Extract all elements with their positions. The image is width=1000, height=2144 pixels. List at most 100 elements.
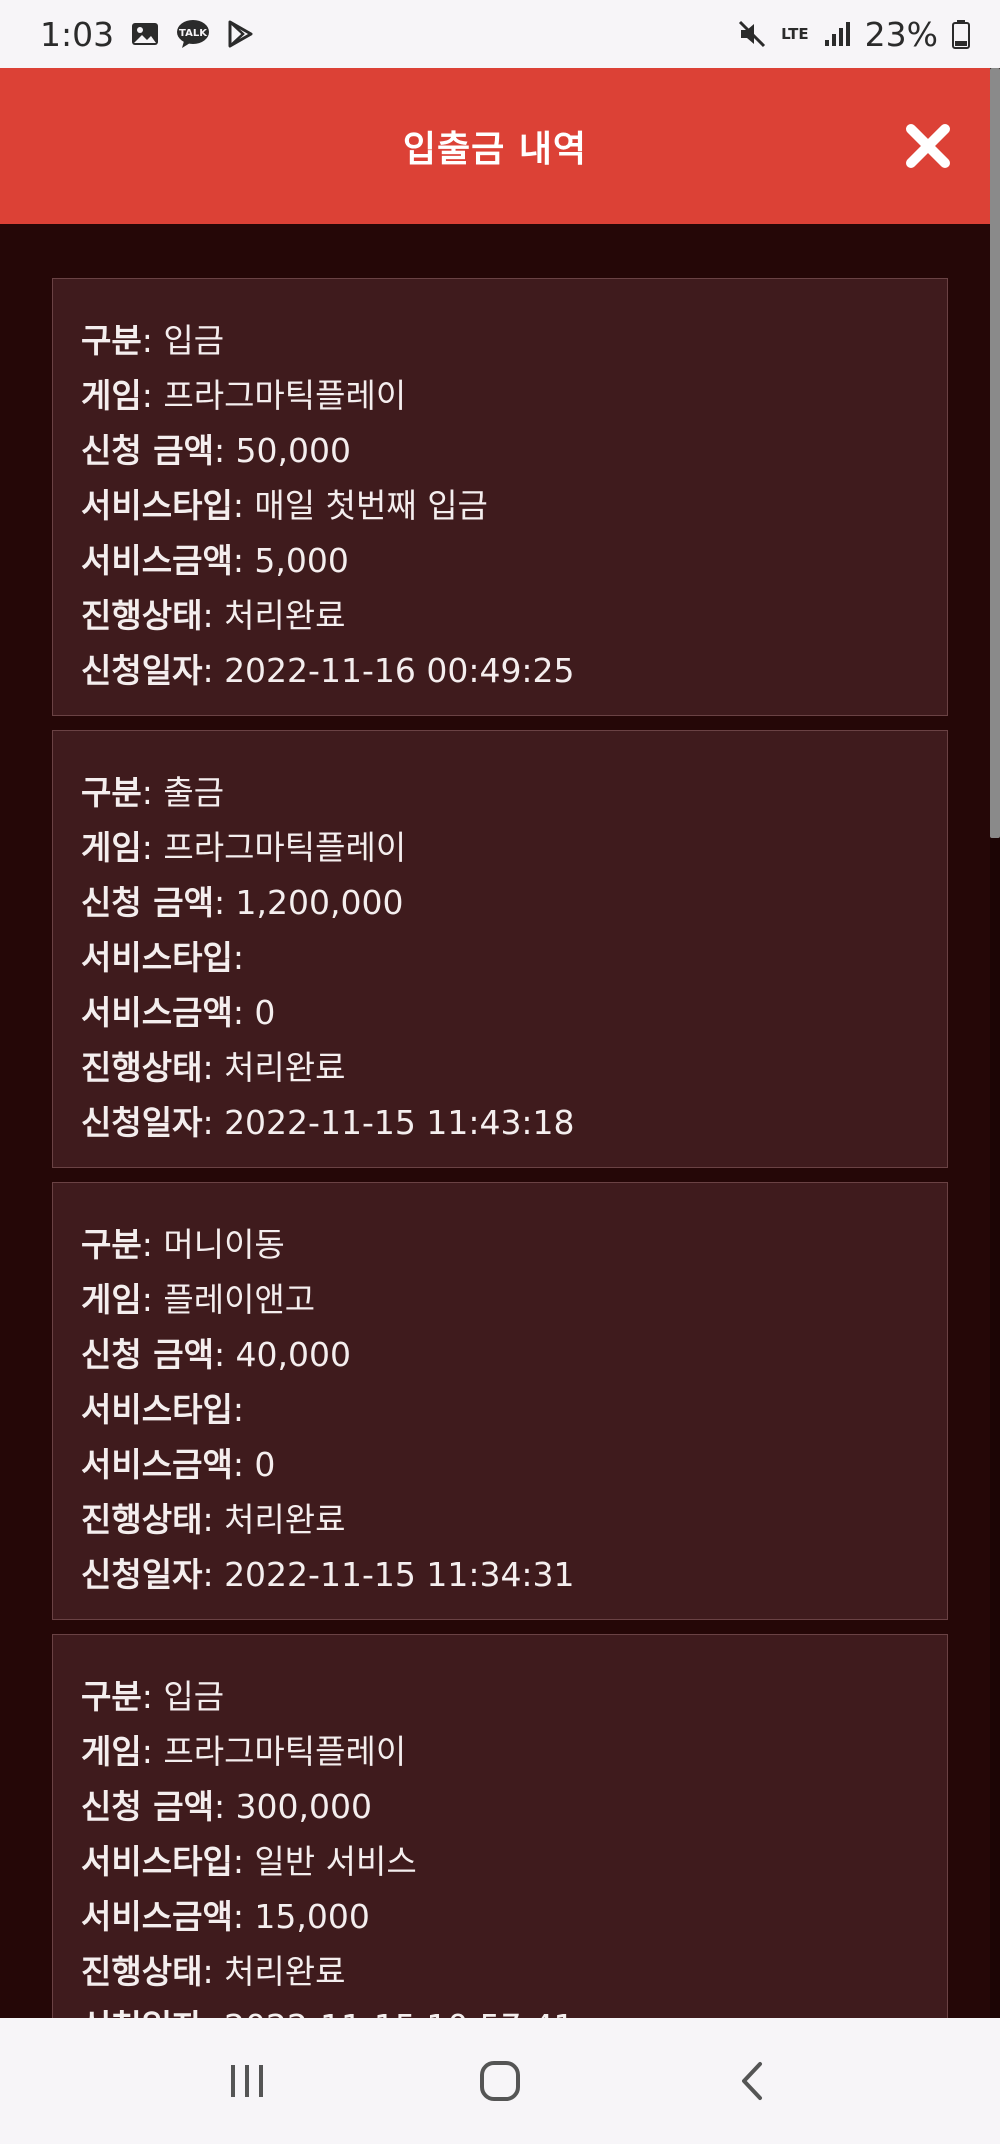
value-type: 머니이동 [163,1225,285,1264]
value-service-type: 매일 첫번째 입금 [254,486,488,525]
value-date: 2022-11-15 11:43:18 [224,1103,575,1142]
value-type: 입금 [163,1677,225,1716]
label-status: 진행상태 [81,1500,203,1539]
row-type: 구분: 입금 [81,1677,225,1716]
value-amount: 40,000 [235,1335,352,1374]
row-amount: 신청 금액: 40,000 [81,1335,352,1374]
row-service-amount: 서비스금액: 5,000 [81,541,349,580]
value-type: 입금 [163,321,225,360]
row-service-type: 서비스타입: [81,1390,244,1429]
transaction-card: 구분: 출금 게임: 프라그마틱플레이 신청 금액: 1,200,000 서비스… [52,730,948,1168]
value-type: 출금 [163,773,225,812]
transaction-card: 구분: 입금 게임: 프라그마틱플레이 신청 금액: 300,000 서비스타입… [52,1634,948,2018]
row-service-type: 서비스타입: [81,938,244,977]
transaction-card: 구분: 입금 게임: 프라그마틱플레이 신청 금액: 50,000 서비스타입:… [52,278,948,716]
value-amount: 1,200,000 [235,883,404,922]
kakaotalk-icon-text: TALK [179,28,208,39]
row-amount: 신청 금액: 1,200,000 [81,883,404,922]
row-game: 게임: 프라그마틱플레이 [81,828,407,867]
label-amount: 신청 금액 [81,431,214,470]
label-service-type: 서비스타입 [81,1842,233,1881]
close-icon [906,124,950,168]
row-type: 구분: 머니이동 [81,1225,285,1264]
row-service-amount: 서비스금액: 15,000 [81,1897,370,1936]
status-time: 1:03 [40,14,115,54]
row-type: 구분: 출금 [81,773,225,812]
label-type: 구분 [81,1677,142,1716]
label-amount: 신청 금액 [81,1787,214,1826]
label-service-amount: 서비스금액 [81,541,233,580]
value-game: 프라그마틱플레이 [163,828,407,867]
label-service-type: 서비스타입 [81,486,233,525]
label-service-type: 서비스타입 [81,938,233,977]
gallery-icon [130,19,160,49]
value-date: 2022-11-15 11:34:31 [224,1555,575,1594]
value-service-amount: 0 [254,1445,276,1484]
row-service-amount: 서비스금액: 0 [81,1445,276,1484]
value-status: 처리완료 [224,1048,346,1087]
page-title: 입출금 내역 [402,129,588,170]
row-status: 진행상태: 처리완료 [81,596,346,635]
value-game: 프라그마틱플레이 [163,376,407,415]
value-service-amount: 5,000 [254,541,349,580]
row-date: 신청일자: 2022-11-15 11:34:31 [81,1555,575,1594]
row-date: 신청일자: 2022-11-16 00:49:25 [81,651,575,690]
mute-icon [737,19,767,49]
row-status: 진행상태: 처리완료 [81,1048,346,1087]
value-amount: 300,000 [235,1787,373,1826]
label-status: 진행상태 [81,1048,203,1087]
home-button[interactable] [460,2041,540,2121]
label-service-amount: 서비스금액 [81,993,233,1032]
battery-percent: 23% [864,14,938,54]
label-date: 신청일자 [81,651,203,690]
signal-icon [823,20,851,48]
home-icon [479,2061,520,2101]
value-status: 처리완료 [224,1952,346,1991]
scrollbar-thumb[interactable] [990,68,1000,838]
label-service-amount: 서비스금액 [81,1445,233,1484]
row-status: 진행상태: 처리완료 [81,1500,346,1539]
label-game: 게임 [81,376,142,415]
status-bar: 1:03 TALK LTE 23% [0,0,1000,68]
recent-apps-button[interactable] [207,2041,287,2121]
back-icon [742,2062,763,2100]
label-service-amount: 서비스금액 [81,1897,233,1936]
row-amount: 신청 금액: 300,000 [81,1787,373,1826]
value-date: 2022-11-16 00:49:25 [224,651,575,690]
lte-icon: LTE [781,27,809,42]
label-service-type: 서비스타입 [81,1390,233,1429]
row-game: 게임: 프라그마틱플레이 [81,376,407,415]
value-status: 처리완료 [224,596,346,635]
label-amount: 신청 금액 [81,883,214,922]
play-store-icon [226,19,254,49]
row-service-type: 서비스타입: 매일 첫번째 입금 [81,486,488,525]
value-service-amount: 0 [254,993,276,1032]
app-header: 입출금 내역 [0,68,990,224]
label-type: 구분 [81,773,142,812]
row-date: 신청일자: 2022-11-15 10:57:41 [81,1999,919,2018]
label-game: 게임 [81,828,142,867]
row-game: 게임: 프라그마틱플레이 [81,1732,407,1771]
back-button[interactable] [713,2041,793,2121]
row-service-type: 서비스타입: 일반 서비스 [81,1842,417,1881]
label-game: 게임 [81,1732,142,1771]
value-game: 플레이앤고 [163,1280,316,1319]
value-amount: 50,000 [235,431,352,470]
close-button[interactable] [902,120,954,172]
label-status: 진행상태 [81,596,203,635]
value-status: 처리완료 [224,1500,346,1539]
row-date: 신청일자: 2022-11-15 11:43:18 [81,1103,575,1142]
transaction-card: 구분: 머니이동 게임: 플레이앤고 신청 금액: 40,000 서비스타입: … [52,1182,948,1620]
label-game: 게임 [81,1280,142,1319]
kakaotalk-icon: TALK [176,19,210,49]
value-game: 프라그마틱플레이 [163,1732,407,1771]
battery-icon [952,19,970,49]
row-amount: 신청 금액: 50,000 [81,431,352,470]
label-date: 신청일자 [81,1103,203,1142]
row-type: 구분: 입금 [81,321,225,360]
row-game: 게임: 플레이앤고 [81,1280,316,1319]
recent-apps-icon [230,2065,263,2097]
transaction-list[interactable]: 구분: 입금 게임: 프라그마틱플레이 신청 금액: 50,000 서비스타입:… [52,278,948,2018]
value-service-type: 일반 서비스 [254,1842,417,1881]
row-service-amount: 서비스금액: 0 [81,993,276,1032]
